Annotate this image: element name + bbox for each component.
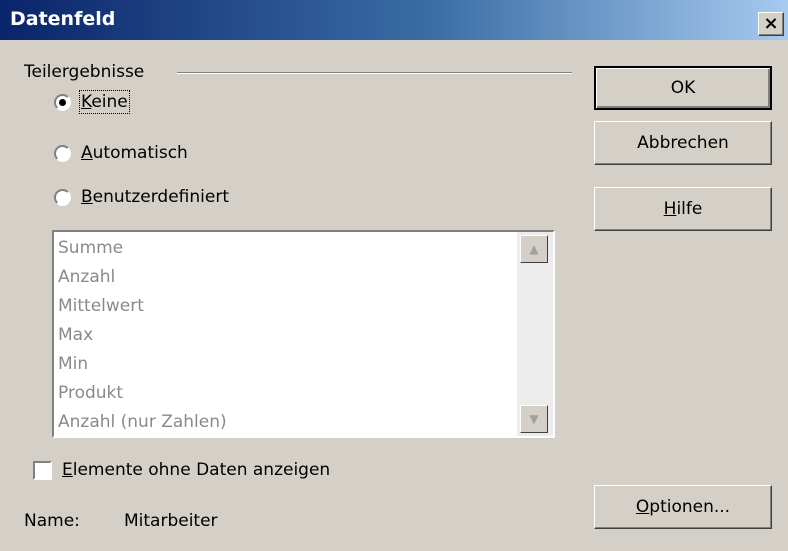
radio-keine-label: Keine: [79, 90, 130, 114]
cancel-button[interactable]: Abbrechen: [594, 121, 772, 165]
scroll-down-button[interactable]: ▼: [520, 405, 548, 433]
list-item[interactable]: Anzahl: [56, 263, 516, 292]
ok-button-label: OK: [670, 78, 696, 98]
list-item[interactable]: Max: [56, 321, 516, 350]
show-empty-items-checkbox[interactable]: Elemente ohne Daten anzeigen: [33, 460, 330, 480]
radio-selected-icon: [54, 93, 71, 111]
radio-unselected-icon: [54, 144, 71, 162]
radio-automatisch[interactable]: Automatisch: [54, 143, 188, 163]
close-button[interactable]: ×: [758, 12, 784, 36]
radio-automatisch-label: Automatisch: [81, 143, 188, 163]
group-divider: [177, 72, 572, 74]
show-empty-items-label: Elemente ohne Daten anzeigen: [62, 460, 331, 480]
arrow-down-icon: ▼: [529, 412, 539, 426]
listbox-scrollbar[interactable]: ▲ ▼: [517, 232, 553, 436]
radio-unselected-icon: [54, 188, 71, 206]
function-list: Summe Anzahl Mittelwert Max Min Produkt Anzahl…: [56, 234, 516, 434]
options-button[interactable]: Optionen...: [594, 485, 772, 529]
function-listbox[interactable]: Summe Anzahl Mittelwert Max Min Produkt Anzahl…: [52, 230, 555, 438]
datenfeld-dialog: Datenfeld × Teilergebnisse Keine Automat…: [0, 0, 788, 551]
subtotals-group-label: Teilergebnisse: [24, 62, 145, 82]
scroll-up-button[interactable]: ▲: [520, 235, 548, 263]
list-item[interactable]: Mittelwert: [56, 292, 516, 321]
arrow-up-icon: ▲: [529, 242, 539, 256]
help-button[interactable]: Hilfe: [594, 187, 772, 231]
name-value: Mitarbeiter: [124, 511, 218, 531]
list-item[interactable]: Summe: [56, 234, 516, 263]
window-title: Datenfeld: [10, 8, 116, 30]
list-item[interactable]: Min: [56, 350, 516, 379]
options-button-label: Optionen...: [635, 497, 731, 517]
close-icon: ×: [763, 13, 779, 34]
radio-benutzerdefiniert[interactable]: Benutzerdefiniert: [54, 187, 229, 207]
radio-keine[interactable]: Keine: [54, 90, 130, 114]
checkbox-icon: [33, 460, 52, 480]
ok-button[interactable]: OK: [594, 66, 772, 110]
help-button-label: Hilfe: [663, 199, 703, 219]
title-bar: Datenfeld ×: [0, 0, 788, 40]
name-label: Name:: [24, 511, 80, 531]
cancel-button-label: Abbrechen: [637, 133, 729, 153]
list-item[interactable]: Produkt: [56, 379, 516, 408]
list-item[interactable]: Anzahl (nur Zahlen): [56, 408, 516, 434]
radio-benutzerdefiniert-label: Benutzerdefiniert: [81, 187, 229, 207]
